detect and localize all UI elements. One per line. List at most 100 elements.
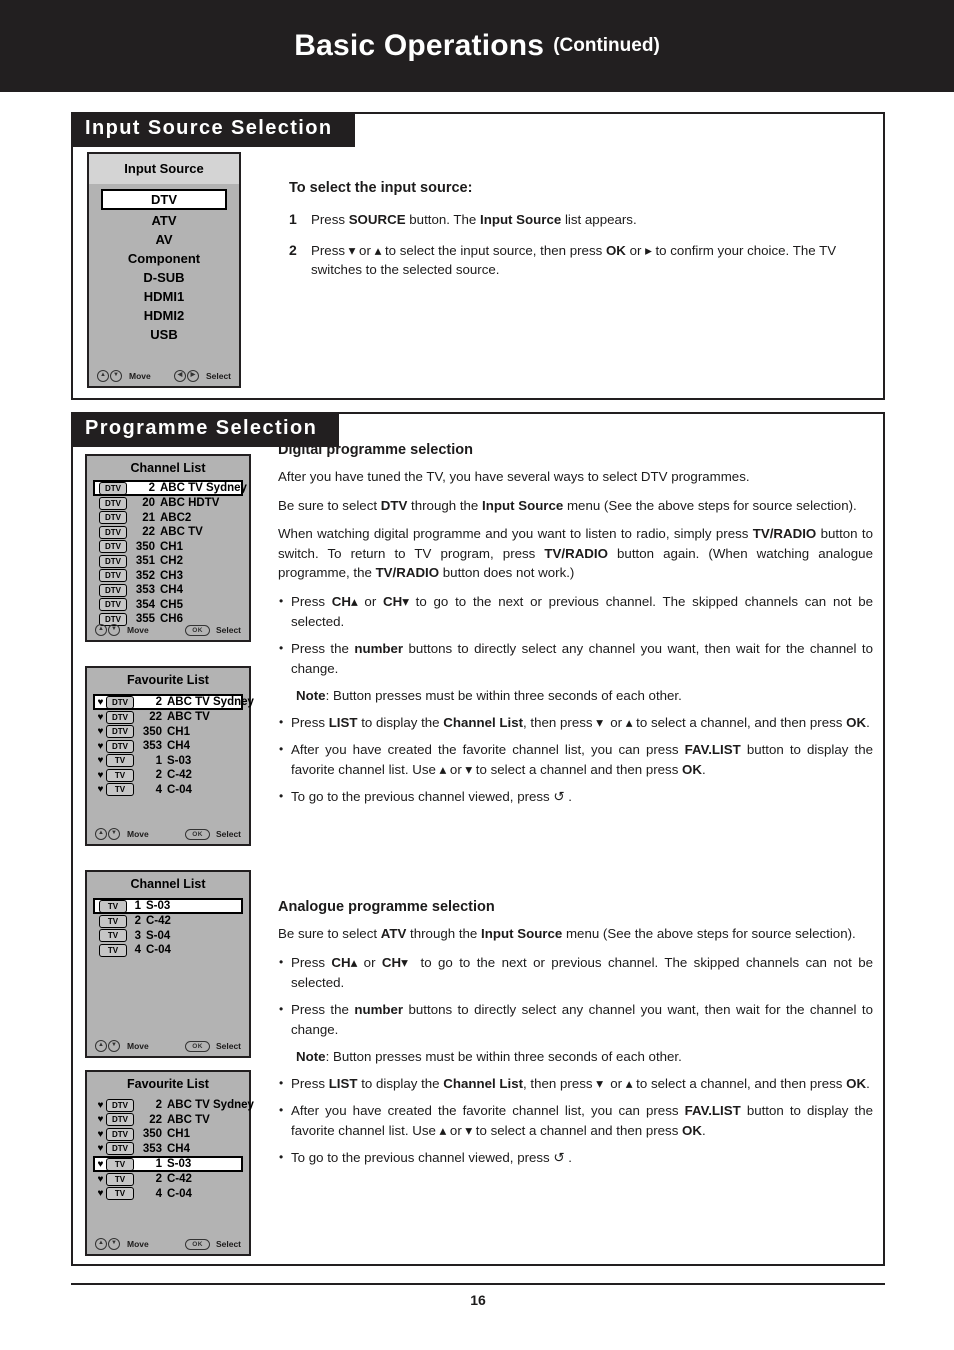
left-arrow-icon: ◀: [173, 370, 186, 382]
channel-name: ABC TV: [167, 1113, 210, 1126]
input-source-list[interactable]: DTV ATV AV Component D-SUB HDMI1 HDMI2 USB: [89, 184, 239, 344]
heart-icon: ♥: [97, 1158, 104, 1170]
hint-move: ▲ ▼ Move: [97, 370, 151, 382]
channel-number: 22: [149, 711, 162, 723]
hint-select-label: Select: [215, 829, 241, 839]
instruction-step: 2 Press ▾ or ▴ to select the input source…: [289, 241, 871, 280]
ok-button-icon: OK: [185, 624, 210, 636]
osd-title-favourite-list-digital: Favourite List: [127, 673, 209, 687]
channel-list-item[interactable]: ♥ TV 1 S-03: [93, 754, 243, 768]
channel-list-item[interactable]: ♥ TV 4 C-04: [93, 1187, 243, 1201]
channel-list-item[interactable]: TV 2 C-42: [93, 914, 243, 928]
note-text: Note: Button presses must be within thre…: [296, 687, 682, 703]
dtv-badge-icon: DTV: [99, 481, 127, 495]
channel-number: 1: [134, 900, 141, 912]
channel-number: 4: [134, 944, 141, 956]
digital-paragraphs: After you have tuned the TV, you have se…: [278, 467, 873, 583]
channel-list-item[interactable]: ♥ DTV 353 CH4: [93, 739, 243, 753]
channel-number: 3: [134, 929, 141, 942]
step-number: 1: [289, 211, 297, 227]
channel-name: S-03: [167, 1158, 192, 1170]
input-source-option-hdmi2[interactable]: HDMI2: [103, 306, 225, 325]
channel-list-item[interactable]: DTV 2 ABC TV Sydney: [93, 480, 247, 496]
input-source-option-usb[interactable]: USB: [103, 325, 225, 344]
channel-list-item[interactable]: ♥ TV 2 C-42: [93, 1172, 243, 1186]
dtv-badge-icon: DTV: [106, 695, 134, 709]
channel-list-item[interactable]: DTV 21 ABC2: [93, 511, 243, 525]
step-text: Press ▾ or ▴ to select the input source,…: [311, 242, 837, 278]
channel-list-item[interactable]: ♥ DTV 22 ABC TV: [93, 710, 243, 724]
channel-list-item[interactable]: DTV 20 ABC HDTV: [93, 496, 243, 510]
osd-title-favourite-list-analogue: Favourite List: [127, 1077, 209, 1091]
channel-rows-digital[interactable]: DTV 2 ABC TV Sydney DTV 20 ABC HDTV DTV 21 ABC2 D…: [87, 480, 249, 626]
bullet-item: Press LIST to display the Channel List, …: [278, 1073, 873, 1094]
analogue-heading: Analogue programme selection: [278, 899, 495, 915]
tv-badge-icon: TV: [99, 914, 127, 928]
input-source-option-hdmi1[interactable]: HDMI1: [103, 287, 225, 306]
heart-icon: ♥: [97, 740, 104, 752]
bullet-item: To go to the previous channel viewed, pr…: [278, 1147, 873, 1168]
channel-name: CH1: [167, 725, 191, 738]
osd-favourite-list-analogue[interactable]: Favourite List ♥ DTV 2 ABC TV Sydney ♥ DTV 22 A…: [85, 1070, 254, 1256]
channel-list-item[interactable]: TV 4 C-04: [93, 943, 243, 957]
input-source-option-atv[interactable]: ATV: [103, 211, 225, 230]
step-text: Press SOURCE button. The Input Source li…: [311, 212, 637, 227]
dtv-badge-icon: DTV: [106, 1127, 134, 1141]
tv-badge-icon: TV: [106, 783, 134, 796]
channel-rows-favourite-digital[interactable]: ♥ DTV 2 ABC TV Sydney ♥ DTV 22 ABC TV ♥ DTV 350 CH1…: [87, 692, 254, 797]
channel-list-item[interactable]: TV 3 S-04: [93, 929, 243, 943]
channel-list-item[interactable]: ♥ DTV 350 CH1: [93, 1127, 243, 1141]
osd-channel-list-analogue[interactable]: Channel List TV 1 S-03 TV 2 C-42 TV 3 S-04 TV 4 C-0…: [85, 870, 251, 1058]
channel-list-item[interactable]: ♥ TV 4 C-04: [93, 783, 243, 797]
input-source-option-av[interactable]: AV: [103, 230, 225, 249]
osd-input-source[interactable]: Input Source DTV ATV AV Component D-SUB HDMI1…: [87, 152, 241, 388]
down-arrow-icon: ▼: [108, 1238, 120, 1250]
input-source-option-d-sub[interactable]: D-SUB: [103, 268, 225, 287]
channel-list-item[interactable]: ♥ DTV 2 ABC TV Sydney: [93, 694, 254, 710]
ok-button-icon: OK: [185, 1238, 210, 1250]
osd-title-channel-list-digital: Channel List: [130, 461, 206, 475]
channel-list-item[interactable]: DTV 353 CH4: [93, 583, 243, 597]
input-source-option-dtv[interactable]: DTV: [101, 189, 227, 210]
heart-icon: ♥: [97, 696, 104, 708]
channel-list-item[interactable]: DTV 22 ABC TV: [93, 525, 243, 539]
channel-name: C-42: [167, 769, 192, 781]
note-text: Note: Button presses must be within thre…: [296, 1048, 682, 1064]
channel-list-item[interactable]: DTV 354 CH5: [93, 598, 243, 612]
osd-favourite-list-digital[interactable]: Favourite List ♥ DTV 2 ABC TV Sydney ♥ DTV 22 A…: [85, 666, 254, 846]
channel-rows-analogue[interactable]: TV 1 S-03 TV 2 C-42 TV 3 S-04 TV 4 C-04: [87, 896, 249, 957]
channel-name: C-42: [167, 1173, 192, 1185]
channel-list-item[interactable]: DTV 351 CH2: [93, 554, 243, 568]
dtv-badge-icon: DTV: [99, 554, 127, 568]
channel-rows-favourite-analogue[interactable]: ♥ DTV 2 ABC TV Sydney ♥ DTV 22 ABC TV ♥ DTV 350 CH1…: [87, 1096, 254, 1201]
channel-number: 354: [135, 598, 155, 611]
hint-move-label: Move: [127, 625, 149, 635]
channel-list-item[interactable]: DTV 350 CH1: [93, 540, 243, 554]
section-input-source-selection: Input Source Selection Input Source DTV A…: [71, 112, 885, 400]
analogue-programme-text: Analogue programme selection Be sure to …: [278, 899, 873, 1175]
input-source-option-component[interactable]: Component: [103, 249, 225, 268]
down-arrow-icon: ▼: [110, 370, 122, 382]
heart-icon: ♥: [97, 1099, 104, 1111]
dtv-badge-icon: DTV: [99, 583, 127, 597]
page-title-continued: (Continued): [553, 35, 660, 56]
channel-list-item[interactable]: ♥ DTV 22 ABC TV: [93, 1113, 243, 1127]
channel-list-item[interactable]: ♥ TV 1 S-03: [93, 1156, 243, 1172]
channel-list-item[interactable]: ♥ DTV 353 CH4: [93, 1142, 243, 1156]
bullet-item: Press CH▴ or CH▾ to go to the next or pr…: [278, 591, 873, 632]
tv-badge-icon: TV: [106, 768, 134, 782]
channel-list-item[interactable]: DTV 352 CH3: [93, 569, 243, 583]
channel-list-item[interactable]: ♥ TV 2 C-42: [93, 768, 243, 782]
osd-channel-list-digital[interactable]: Channel List DTV 2 ABC TV Sydney DTV 20 ABC H…: [85, 454, 251, 642]
channel-name: ABC2: [160, 511, 192, 524]
paragraph: After you have tuned the TV, you have se…: [278, 469, 750, 484]
hint-move-label: Move: [127, 1239, 149, 1249]
dtv-badge-icon: DTV: [106, 1113, 134, 1126]
channel-list-item[interactable]: ♥ DTV 2 ABC TV Sydney: [93, 1098, 254, 1112]
dtv-badge-icon: DTV: [99, 598, 127, 611]
bullet-item: To go to the previous channel viewed, pr…: [278, 786, 873, 807]
dtv-badge-icon: DTV: [99, 511, 127, 524]
channel-name: ABC TV Sydney: [167, 1099, 254, 1111]
channel-list-item[interactable]: TV 1 S-03: [93, 898, 243, 914]
channel-list-item[interactable]: ♥ DTV 350 CH1: [93, 725, 243, 739]
